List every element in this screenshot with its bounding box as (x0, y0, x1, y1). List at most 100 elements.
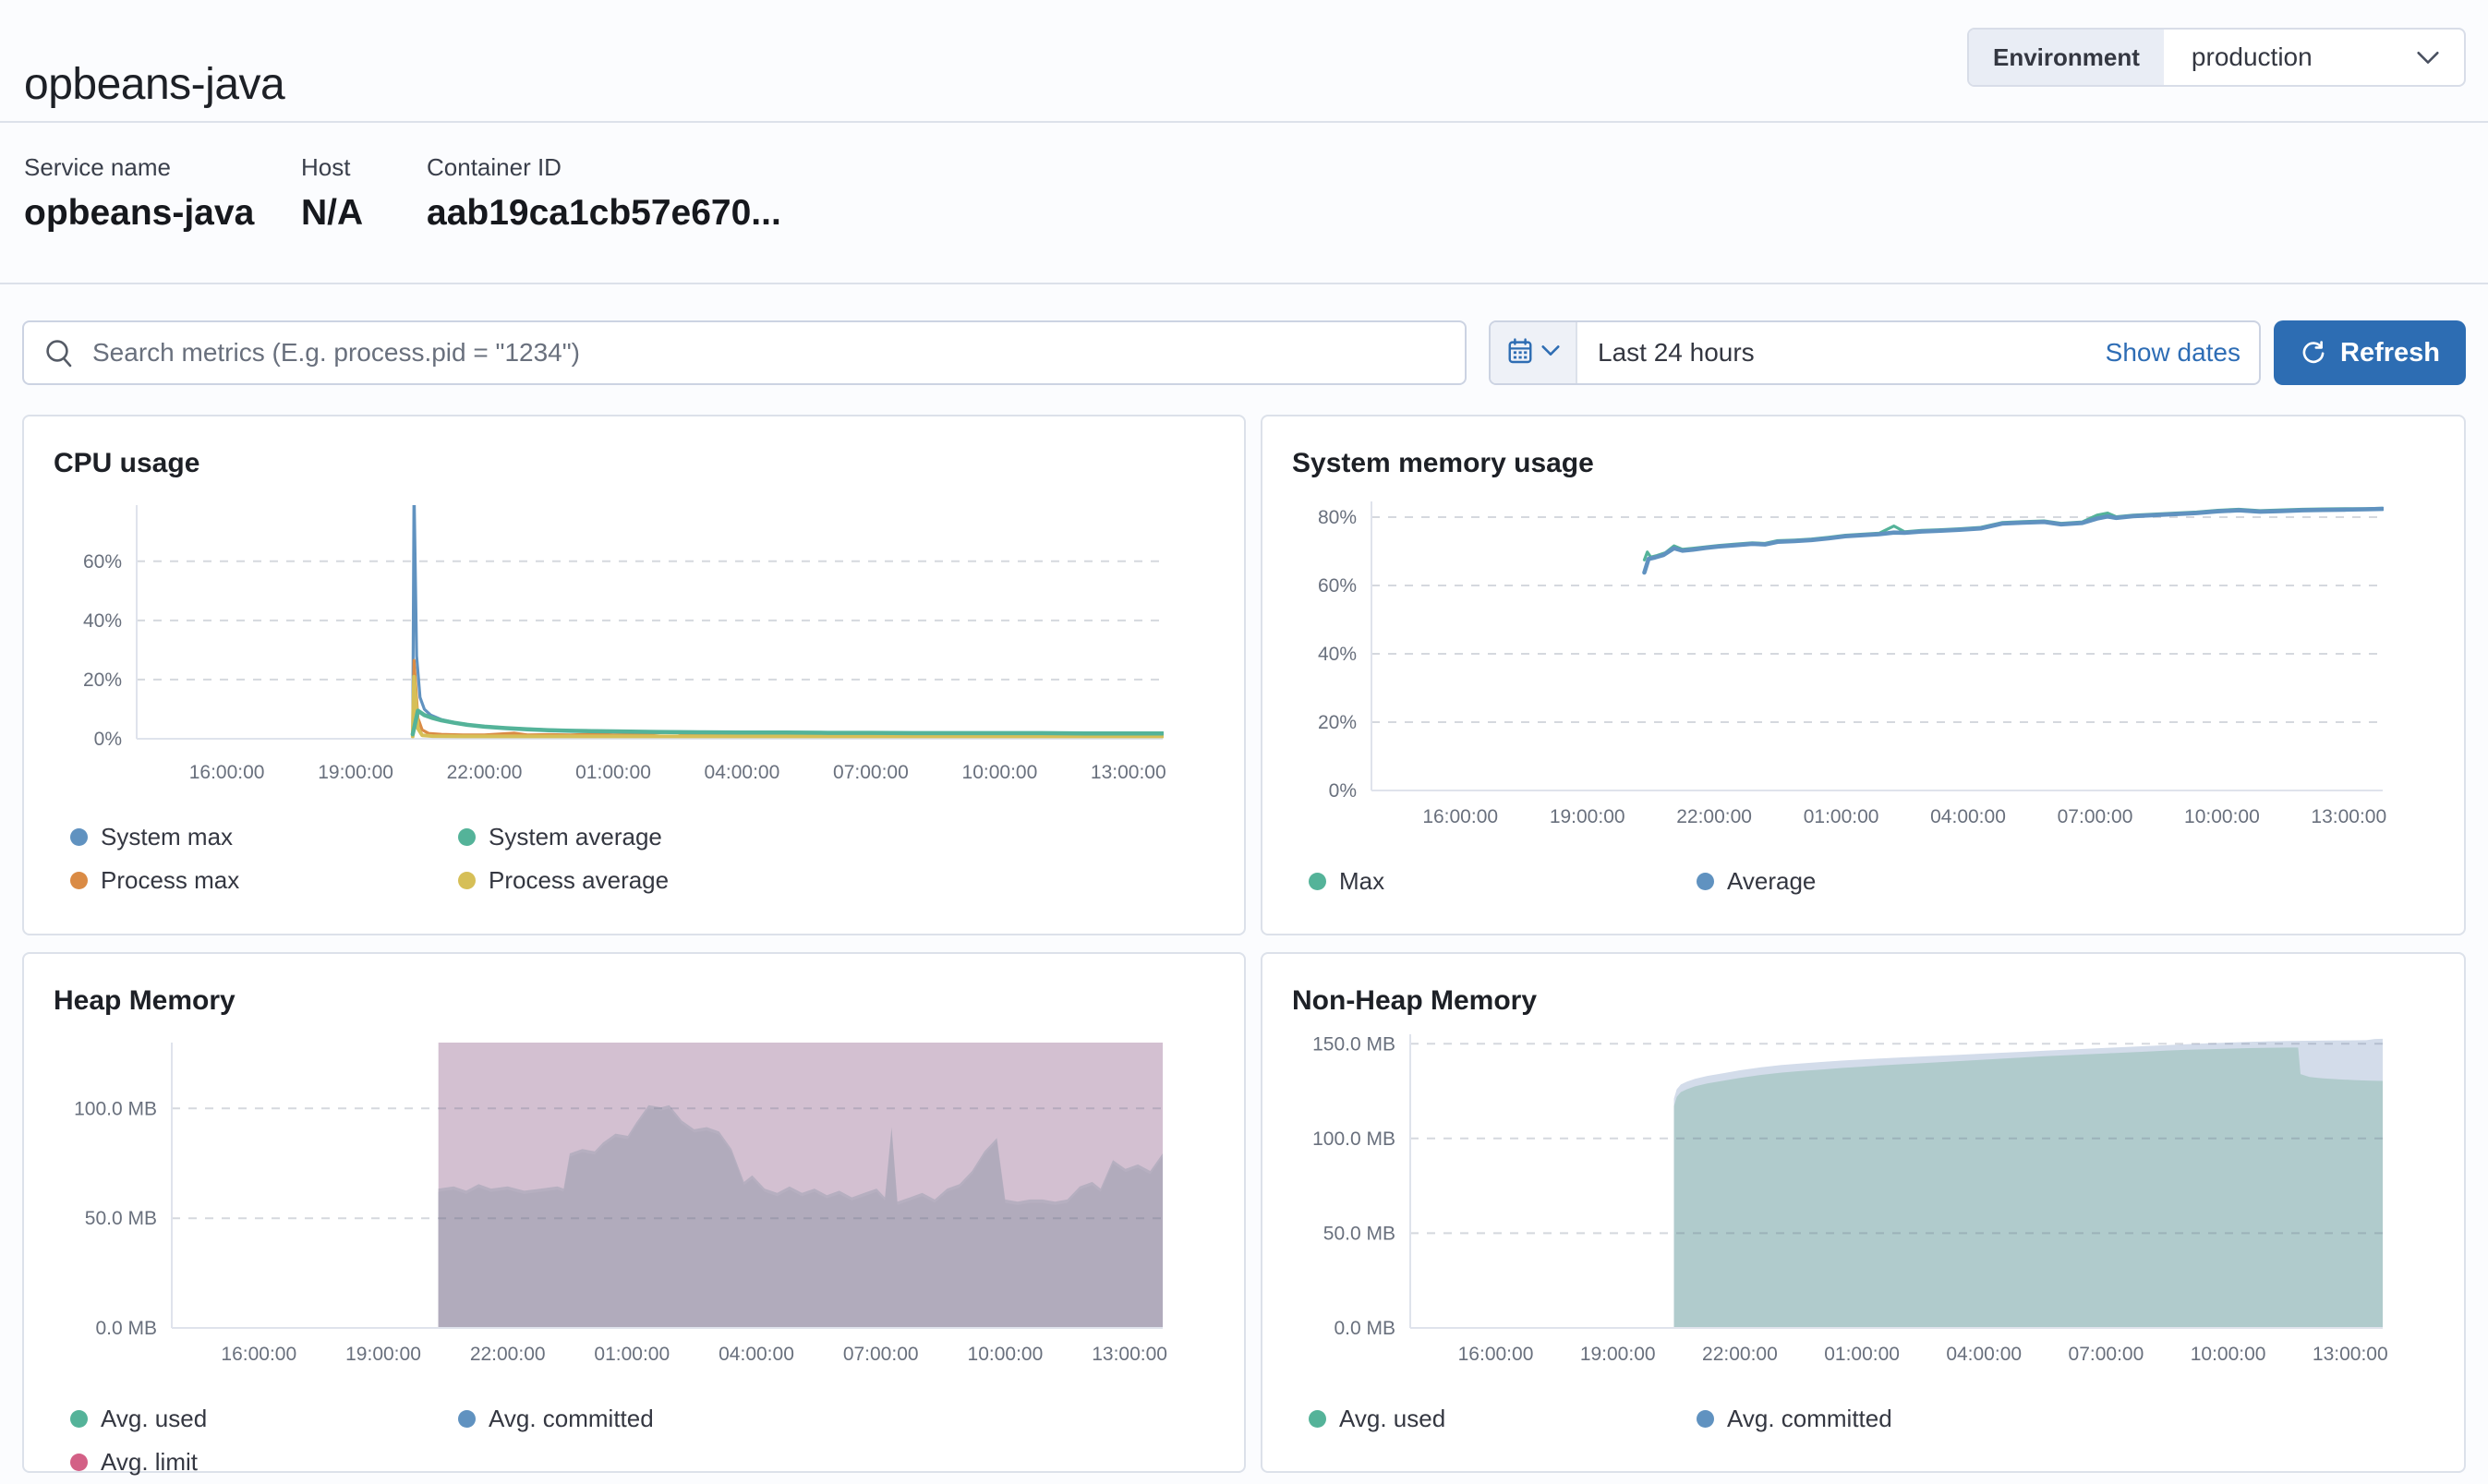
x-tick-label: 16:00:00 (189, 762, 265, 783)
legend-label: System max (101, 823, 233, 851)
y-tick-label: 150.0 MB (1312, 1033, 1395, 1055)
heap-memory-chart[interactable]: 0.0 MB50.0 MB100.0 MB16:00:0019:00:0022:… (24, 954, 1244, 1471)
y-tick-label: 0% (94, 729, 122, 750)
legend-item[interactable]: Average (1697, 860, 2084, 903)
chart-legend: Max Average (1309, 860, 2446, 903)
chart-legend: System max System average Process max Proce… (70, 815, 1226, 902)
line-series-Process max (413, 660, 1163, 736)
y-tick-label: 50.0 MB (1323, 1223, 1395, 1244)
refresh-icon (2300, 339, 2327, 367)
legend-item[interactable]: Avg. used (1309, 1397, 1697, 1441)
legend-label: Avg. committed (1727, 1405, 1892, 1433)
stat-host: Host N/A (301, 151, 427, 283)
y-tick-label: 60% (1318, 575, 1357, 597)
legend-item[interactable]: Process max (70, 859, 458, 902)
legend-dot-icon (1697, 1410, 1714, 1428)
search-input[interactable] (22, 320, 1467, 385)
legend-label: Max (1339, 867, 1384, 896)
x-tick-label: 10:00:00 (2191, 1344, 2266, 1365)
heap-memory-panel: Heap Memory 0.0 MB50.0 MB100.0 MB16:00:0… (22, 952, 1246, 1473)
area-series-Avg. used (1674, 1047, 2384, 1328)
y-tick-label: 100.0 MB (74, 1098, 157, 1119)
y-tick-label: 20% (1318, 712, 1357, 733)
legend-label: System average (489, 823, 662, 851)
legend-item[interactable]: System average (458, 815, 846, 859)
x-tick-label: 01:00:00 (1824, 1344, 1900, 1365)
x-tick-label: 13:00:00 (2313, 1344, 2388, 1365)
y-tick-label: 60% (83, 551, 122, 573)
stat-service-name: Service name opbeans-java (24, 151, 301, 283)
legend-label: Avg. limit (101, 1448, 198, 1477)
y-tick-label: 40% (1318, 644, 1357, 665)
legend-item[interactable]: Max (1309, 860, 1697, 903)
x-tick-label: 04:00:00 (705, 762, 780, 783)
environment-label: Environment (1969, 30, 2164, 85)
chart-title: CPU usage (54, 448, 199, 479)
legend-label: Avg. committed (489, 1405, 654, 1433)
time-range-value[interactable]: Last 24 hours (1577, 338, 2106, 368)
calendar-icon (1506, 337, 1534, 369)
stat-value: N/A (301, 191, 427, 235)
y-tick-label: 0.0 MB (1334, 1318, 1395, 1339)
environment-select[interactable]: Environment production (1967, 28, 2466, 87)
x-tick-label: 16:00:00 (1458, 1344, 1534, 1365)
x-tick-label: 10:00:00 (968, 1344, 1044, 1365)
x-tick-label: 19:00:00 (345, 1344, 421, 1365)
x-tick-label: 22:00:00 (447, 762, 523, 783)
chart-title: Heap Memory (54, 985, 236, 1017)
x-tick-label: 16:00:00 (221, 1344, 296, 1365)
chart-title: Non-Heap Memory (1292, 985, 1537, 1017)
legend-item[interactable]: Avg. limit (70, 1441, 458, 1484)
y-tick-label: 80% (1318, 507, 1357, 528)
chart-legend: Avg. used Avg. committed (1309, 1397, 2446, 1441)
x-tick-label: 07:00:00 (833, 762, 909, 783)
line-series-System max (413, 488, 1163, 734)
calendar-menu-button[interactable] (1491, 322, 1577, 383)
non-heap-memory-chart[interactable]: 0.0 MB50.0 MB100.0 MB150.0 MB16:00:0019:… (1262, 954, 2464, 1471)
show-dates-button[interactable]: Show dates (2106, 338, 2259, 368)
x-tick-label: 07:00:00 (843, 1344, 919, 1365)
legend-label: Process max (101, 866, 239, 895)
legend-label: Average (1727, 867, 1816, 896)
x-tick-label: 19:00:00 (1550, 806, 1625, 827)
service-info-bar: Service name opbeans-java Host N/A Conta… (0, 123, 2488, 284)
y-tick-label: 20% (83, 670, 122, 691)
stat-container-id: Container ID aab19ca1cb57e670... (427, 151, 781, 283)
page-title: opbeans-java (24, 59, 284, 110)
legend-dot-icon (1309, 873, 1326, 890)
legend-label: Avg. used (1339, 1405, 1445, 1433)
x-tick-label: 10:00:00 (962, 762, 1038, 783)
refresh-button[interactable]: Refresh (2274, 320, 2466, 385)
x-tick-label: 13:00:00 (1091, 762, 1166, 783)
y-tick-label: 100.0 MB (1312, 1128, 1395, 1150)
legend-item[interactable]: Avg. committed (1697, 1397, 2084, 1441)
x-tick-label: 04:00:00 (719, 1344, 794, 1365)
x-tick-label: 22:00:00 (1676, 806, 1752, 827)
non-heap-memory-panel: Non-Heap Memory 0.0 MB 50.0 MB 100.0 MB 150… (1261, 952, 2466, 1473)
y-tick-label: 0% (1329, 780, 1357, 802)
x-tick-label: 01:00:00 (594, 1344, 670, 1365)
chevron-down-icon (2414, 43, 2442, 71)
line-series-System average (413, 711, 1163, 735)
legend-item[interactable]: System max (70, 815, 458, 859)
legend-dot-icon (1309, 1410, 1326, 1428)
x-tick-label: 13:00:00 (2311, 806, 2386, 827)
stat-label: Service name (24, 151, 301, 184)
environment-value: production (2164, 42, 2414, 72)
legend-item[interactable]: Avg. used (70, 1397, 458, 1441)
legend-dot-icon (70, 828, 88, 846)
y-tick-label: 50.0 MB (85, 1208, 157, 1229)
page-header: opbeans-java Environment production (0, 0, 2488, 123)
line-series-Max (1645, 508, 2384, 560)
legend-dot-icon (458, 872, 476, 889)
line-series-Average (1645, 509, 2384, 573)
x-tick-label: 13:00:00 (1092, 1344, 1167, 1365)
legend-item[interactable]: Process average (458, 859, 846, 902)
system-memory-usage-chart[interactable]: 0%20%40%60%80%16:00:0019:00:0022:00:0001… (1262, 416, 2464, 934)
y-tick-label: 40% (83, 610, 122, 632)
system-memory-usage-panel: System memory usage 0%20%40%60%80%16:00:… (1261, 415, 2466, 935)
legend-item[interactable]: Avg. committed (458, 1397, 846, 1441)
date-picker: Last 24 hours Show dates (1489, 320, 2261, 385)
chevron-down-icon (1540, 341, 1561, 366)
legend-dot-icon (70, 872, 88, 889)
